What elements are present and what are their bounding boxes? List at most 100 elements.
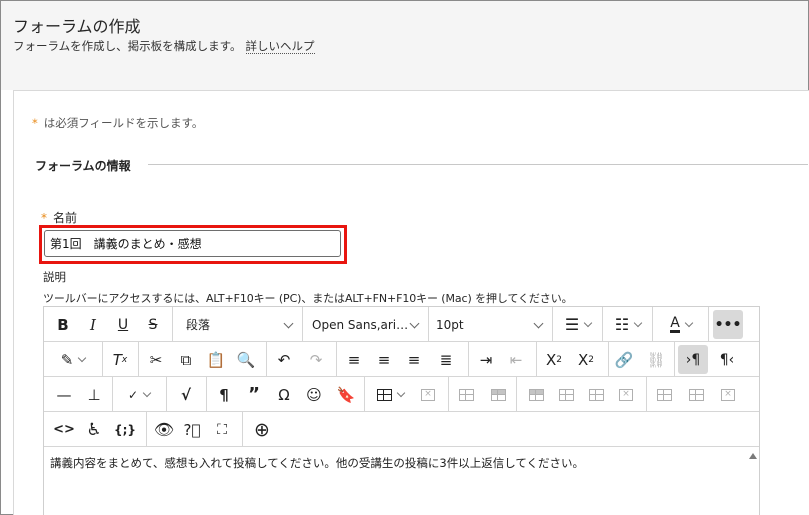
bold-icon[interactable]: B — [50, 310, 76, 339]
underline-icon[interactable]: U — [110, 310, 136, 339]
strikethrough-icon[interactable]: S — [140, 310, 166, 339]
table-col-before-icon[interactable] — [650, 380, 678, 409]
highlight-color-icon[interactable]: ✎ — [50, 345, 96, 374]
font-size-dropdown[interactable]: 10pt — [430, 310, 548, 339]
table-col-after-icon[interactable] — [682, 380, 710, 409]
align-justify-icon[interactable]: ≣ — [432, 345, 460, 374]
chevron-down-icon — [283, 318, 294, 329]
align-right-icon[interactable]: ≡ — [400, 345, 428, 374]
table-row-before-icon[interactable] — [452, 380, 480, 409]
font-size-value: 10pt — [436, 317, 464, 332]
toolbar-row-2: ✎ Tx ✂ ⧉ 📋 🔍 ↶ ↷ ≡ ≡ ≡ ≣ ⇥ ⇤ X2 X2 🔗 ⛓ ›… — [44, 342, 759, 377]
toolbar-separator — [428, 307, 429, 342]
unlink-icon[interactable]: ⛓ — [642, 345, 670, 374]
redo-icon[interactable]: ↷ — [302, 345, 330, 374]
code-sample-icon[interactable]: {;} — [110, 415, 140, 444]
clear-formatting-icon[interactable]: Tx — [106, 345, 134, 374]
paragraph-format-dropdown[interactable]: 段落 — [180, 310, 298, 339]
paste-icon[interactable]: 📋 — [202, 345, 230, 374]
bullet-list-icon[interactable]: ☰ — [556, 310, 600, 339]
section-divider — [148, 164, 808, 165]
toolbar-separator — [146, 412, 147, 447]
more-options-icon[interactable]: ••• — [713, 310, 743, 339]
required-note-text: は必須フィールドを示します。 — [43, 116, 204, 130]
toolbar-separator — [138, 342, 139, 377]
scroll-up-arrow-icon[interactable] — [749, 453, 757, 459]
name-label-text: 名前 — [53, 211, 78, 225]
fullscreen-icon[interactable]: ⛶ — [208, 415, 236, 444]
font-color-icon[interactable]: A — [658, 310, 704, 339]
toolbar-separator — [242, 412, 243, 447]
source-code-icon[interactable]: <> — [50, 415, 78, 444]
numbered-list-icon[interactable]: ☷ — [606, 310, 650, 339]
find-icon[interactable]: 🔍 — [232, 345, 260, 374]
align-center-icon[interactable]: ≡ — [370, 345, 398, 374]
table-delete-col-icon[interactable]: × — [714, 380, 742, 409]
undo-icon[interactable]: ↶ — [270, 345, 298, 374]
toolbar-separator — [336, 342, 337, 377]
toolbar-separator — [102, 342, 103, 377]
table-insert-col-icon[interactable] — [582, 380, 610, 409]
toolbar-separator — [652, 307, 653, 342]
bookmark-icon[interactable]: 🔖 — [332, 380, 360, 409]
paragraph-format-value: 段落 — [186, 318, 211, 332]
cut-icon[interactable]: ✂ — [142, 345, 170, 374]
blockquote-icon[interactable]: ” — [240, 380, 268, 409]
special-character-icon[interactable]: Ω — [270, 380, 298, 409]
toolbar-row-4: <> ♿ {;} 👁 ?⃝ ⛶ ⊕ — [44, 412, 759, 447]
link-icon[interactable]: 🔗 — [610, 345, 638, 374]
add-content-icon[interactable]: ⊕ — [248, 415, 276, 444]
insert-anchor-icon[interactable]: ⊥ — [80, 380, 108, 409]
table-row-after-icon[interactable] — [484, 380, 512, 409]
table-delete-row-icon[interactable]: × — [612, 380, 640, 409]
toolbar-separator — [708, 307, 709, 342]
insert-table-icon[interactable] — [368, 380, 412, 409]
toolbar-separator — [266, 342, 267, 377]
toolbar-separator — [608, 342, 609, 377]
math-icon[interactable]: √ — [172, 380, 200, 409]
name-input[interactable] — [44, 230, 341, 257]
toolbar-separator — [552, 307, 553, 342]
horizontal-line-icon[interactable]: — — [50, 380, 78, 409]
toolbar-separator — [674, 342, 675, 377]
rtl-direction-icon[interactable]: ¶‹ — [712, 345, 742, 374]
emoji-icon[interactable]: ☺ — [300, 380, 328, 409]
toolbar-row-3: — ⊥ ✓ √ ¶ ” Ω ☺ 🔖 × × × — [44, 377, 759, 412]
toolbar-separator — [364, 377, 365, 412]
indent-icon[interactable]: ⇥ — [472, 345, 500, 374]
required-star-icon: * — [32, 116, 38, 130]
copy-icon[interactable]: ⧉ — [172, 345, 200, 374]
italic-icon[interactable]: I — [80, 310, 106, 339]
delete-table-icon[interactable]: × — [414, 380, 442, 409]
help-icon[interactable]: ?⃝ — [178, 415, 206, 444]
toolbar-row-1: B I U S 段落 Open Sans,ari… 10pt ☰ ☷ A ••• — [44, 307, 759, 342]
table-insert-row-icon[interactable] — [552, 380, 580, 409]
align-left-icon[interactable]: ≡ — [340, 345, 368, 374]
outdent-icon[interactable]: ⇤ — [502, 345, 530, 374]
ltr-direction-icon[interactable]: ›¶ — [678, 345, 708, 374]
font-family-value: Open Sans,ari… — [312, 317, 409, 332]
subscript-icon[interactable]: X2 — [572, 345, 600, 374]
toolbar-separator — [172, 307, 173, 342]
accessibility-icon[interactable]: ♿ — [80, 415, 108, 444]
editor-content-area[interactable]: 講義内容をまとめて、感想も入れて投稿してください。他の受講生の投稿に3件以上返信… — [44, 447, 759, 515]
page-title: フォーラムの作成 — [13, 17, 141, 36]
toolbar-separator — [536, 342, 537, 377]
toolbar-separator — [448, 377, 449, 412]
toolbar-separator — [516, 377, 517, 412]
more-help-link[interactable]: 詳しいヘルプ — [245, 39, 315, 54]
superscript-icon[interactable]: X2 — [540, 345, 568, 374]
description-label: 説明 — [43, 270, 66, 284]
spellcheck-icon[interactable]: ✓ — [116, 380, 162, 409]
preview-icon[interactable]: 👁 — [150, 415, 178, 444]
toolbar-access-hint: ツールバーにアクセスするには、ALT+F10キー (PC)、またはALT+FN+… — [43, 292, 573, 305]
name-label: * 名前 — [41, 209, 77, 226]
toolbar-separator — [646, 377, 647, 412]
toolbar-separator — [468, 342, 469, 377]
table-cell-props-icon[interactable] — [522, 380, 550, 409]
paragraph-mark-icon[interactable]: ¶ — [210, 380, 238, 409]
toolbar-separator — [602, 307, 603, 342]
toolbar-separator — [302, 307, 303, 342]
font-family-dropdown[interactable]: Open Sans,ari… — [306, 310, 424, 339]
chevron-down-icon — [409, 318, 420, 329]
